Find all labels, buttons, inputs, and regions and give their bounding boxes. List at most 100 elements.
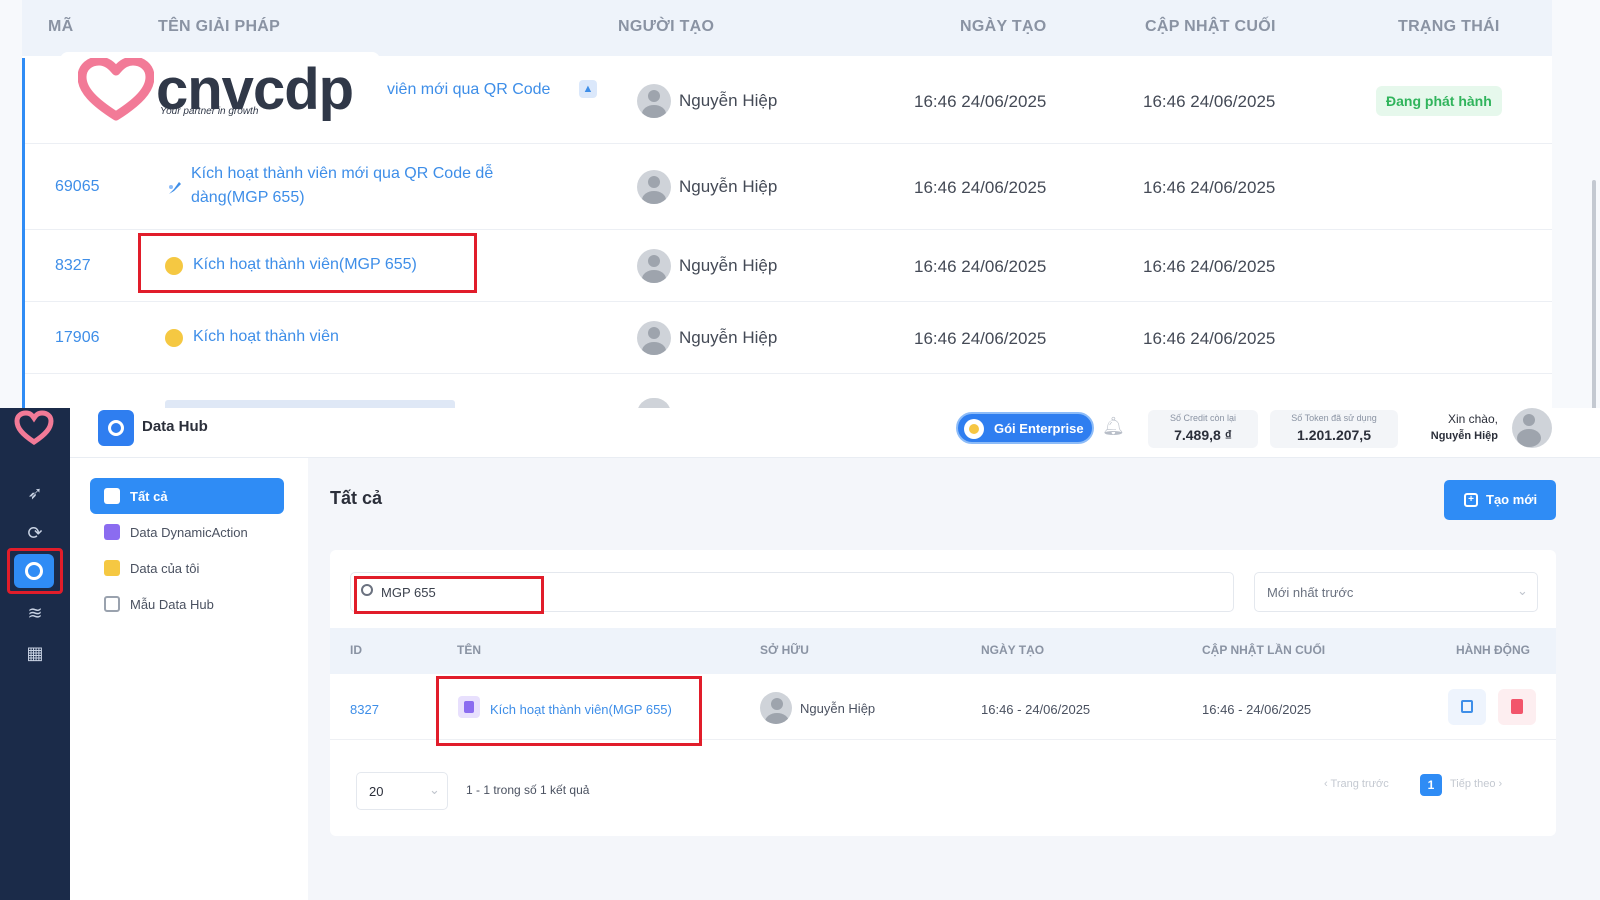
row-id-link[interactable]: 8327 xyxy=(350,702,379,717)
sun-icon xyxy=(964,419,984,439)
chevron-up-icon[interactable]: ▲ xyxy=(579,80,597,98)
delete-button[interactable] xyxy=(1498,689,1536,725)
page-size-select[interactable]: 20 ⌄ xyxy=(356,772,448,810)
updated-date: 16:46 24/06/2025 xyxy=(1143,257,1276,276)
sync-icon[interactable]: ⟳ xyxy=(22,520,48,546)
greeting: Xin chào, xyxy=(1447,412,1498,426)
solution-name-link[interactable]: Kích hoạt thành viên mới qua QR Code dễ xyxy=(191,162,493,186)
created-date: 16:46 24/06/2025 xyxy=(914,178,1047,197)
page-title: Tất cả xyxy=(330,488,383,508)
col-updated: CẬP NHẬT LẦN CUỐI xyxy=(1202,643,1326,657)
user-name: Nguyễn Hiệp xyxy=(1430,430,1498,442)
creator: Nguyễn Hiệp xyxy=(637,170,777,204)
creator: Nguyễn Hiệp xyxy=(637,249,777,283)
solution-name-link-line2[interactable]: dàng(MGP 655) xyxy=(191,186,305,210)
avatar xyxy=(760,692,792,724)
avatar xyxy=(637,321,671,355)
rocket-icon[interactable]: ➶ xyxy=(22,480,48,506)
updated-date: 16:46 24/06/2025 xyxy=(1143,178,1276,197)
header-ngay-tao: NGÀY TẠO xyxy=(960,18,1047,35)
solution-name-link[interactable]: Kích hoạt thành viên xyxy=(193,325,339,349)
folder-icon xyxy=(104,560,120,576)
user-avatar[interactable] xyxy=(1512,408,1552,448)
grid-icon xyxy=(104,488,120,504)
app-title: Data Hub xyxy=(142,418,208,435)
col-created: NGÀY TẠO xyxy=(981,643,1045,657)
col-name: TÊN xyxy=(457,643,481,657)
sidebar-item-templates[interactable]: Mẫu Data Hub xyxy=(90,586,284,622)
owner: Nguyễn Hiệp xyxy=(760,692,875,724)
col-id: ID xyxy=(350,643,362,657)
header-nguoi-tao: NGƯỜI TẠO xyxy=(618,18,715,35)
duplicate-button[interactable] xyxy=(1448,689,1486,725)
plus-icon: + xyxy=(1464,493,1478,507)
solution-id-link[interactable]: 17906 xyxy=(55,329,100,347)
database-icon xyxy=(25,562,43,580)
copy-icon xyxy=(1461,700,1473,713)
data-hub-sidebar: Tất cả Data DynamicAction Data của tôi M… xyxy=(70,458,308,900)
document-icon xyxy=(104,524,120,540)
nav-item-data-hub[interactable] xyxy=(14,554,54,588)
apps-icon[interactable]: ▦ xyxy=(22,640,48,666)
highlight-box xyxy=(138,233,477,293)
chevron-down-icon: ⌄ xyxy=(429,782,440,797)
header-ma: MÃ xyxy=(48,18,74,35)
credit-stat: Số Credit còn lại 7.489,8 ₫ xyxy=(1148,410,1258,448)
bell-icon[interactable]: 🔔︎ xyxy=(1102,416,1125,437)
status-badge: Đang phát hành xyxy=(1376,86,1502,116)
sidebar-item-all[interactable]: Tất cả xyxy=(90,478,284,514)
template-icon xyxy=(104,596,120,612)
creator: Nguyễn Hiệp xyxy=(637,84,777,118)
heart-logo-icon xyxy=(78,58,154,121)
result-count: 1 - 1 trong số 1 kết quả xyxy=(466,783,590,797)
rocket-icon xyxy=(169,182,181,194)
token-stat: Số Token đã sử dụng 1.201.207,5 xyxy=(1270,410,1398,448)
creator: Nguyễn Hiệp xyxy=(637,321,777,355)
avatar xyxy=(637,84,671,118)
created-date: 16:46 24/06/2025 xyxy=(914,329,1047,348)
avatar xyxy=(637,249,671,283)
nav-rail: ➶ ⟳ ≋ ▦ xyxy=(0,408,70,900)
solution-id-link[interactable]: 8327 xyxy=(55,257,91,275)
updated-date: 16:46 - 24/06/2025 xyxy=(1202,702,1312,717)
data-hub-app: ➶ ⟳ ≋ ▦ Data Hub Gói Enterprise 🔔︎ Số Cr… xyxy=(0,408,1600,900)
results-table-header: ID TÊN SỞ HỮU NGÀY TẠO CẬP NHẬT LẦN CUỐI… xyxy=(330,628,1556,674)
sidebar-item-dynamic-action[interactable]: Data DynamicAction xyxy=(90,514,284,550)
plan-badge[interactable]: Gói Enterprise xyxy=(956,412,1094,444)
create-button[interactable]: + Tạo mới xyxy=(1444,480,1556,520)
updated-date: 16:46 24/06/2025 xyxy=(1143,92,1276,111)
next-page-link[interactable]: Tiếp theo › xyxy=(1450,778,1502,790)
solution-name-link[interactable]: viên mới qua QR Code xyxy=(387,78,550,102)
created-date: 16:46 24/06/2025 xyxy=(914,257,1047,276)
table-row[interactable]: 17906 Kích hoạt thành viên Nguyễn Hiệp 1… xyxy=(25,302,1552,374)
top-header: Data Hub Gói Enterprise 🔔︎ Số Credit còn… xyxy=(70,408,1600,458)
created-date: 16:46 24/06/2025 xyxy=(914,92,1047,111)
solution-id-link[interactable]: 69065 xyxy=(55,178,100,196)
header-ten-giai-phap: TÊN GIẢI PHÁP xyxy=(158,18,281,35)
trash-icon xyxy=(1511,699,1523,714)
coin-icon xyxy=(165,329,183,347)
sidebar-item-my-data[interactable]: Data của tôi xyxy=(90,550,284,586)
table-row[interactable]: 69065 Kích hoạt thành viên mới qua QR Co… xyxy=(25,144,1552,230)
layers-icon[interactable]: ≋ xyxy=(22,600,48,626)
chevron-down-icon: ⌄ xyxy=(1517,583,1528,598)
avatar xyxy=(637,170,671,204)
heart-logo-icon[interactable] xyxy=(14,410,54,446)
results-panel: MGP 655 Mới nhất trước ⌄ ID TÊN SỞ HỮU N… xyxy=(330,550,1556,836)
logo-tagline: Your partner in growth xyxy=(160,106,259,117)
main-content: Tất cả + Tạo mới MGP 655 Mới nhất trước … xyxy=(308,458,1600,900)
sort-select[interactable]: Mới nhất trước ⌄ xyxy=(1254,572,1538,612)
col-owner: SỞ HỮU xyxy=(760,643,809,657)
page-1-button[interactable]: 1 xyxy=(1420,774,1442,796)
highlight-box xyxy=(436,676,702,746)
solutions-panel: MÃ TÊN GIẢI PHÁP NGƯỜI TẠO NGÀY TẠO CẬP … xyxy=(0,0,1600,414)
header-trang-thai: TRẠNG THÁI xyxy=(1398,18,1500,35)
header-cap-nhat-cuoi: CẬP NHẬT CUỐI xyxy=(1145,18,1276,35)
solutions-table-header: MÃ TÊN GIẢI PHÁP NGƯỜI TẠO NGÀY TẠO CẬP … xyxy=(22,0,1552,56)
col-actions: HÀNH ĐỘNG xyxy=(1456,643,1530,657)
highlight-box xyxy=(354,576,544,614)
created-date: 16:46 - 24/06/2025 xyxy=(981,702,1091,717)
scrollbar[interactable] xyxy=(1592,180,1596,414)
prev-page-link[interactable]: ‹ Trang trước xyxy=(1324,778,1389,790)
brand-logo: cnvcdp Your partner in growth xyxy=(60,52,380,132)
